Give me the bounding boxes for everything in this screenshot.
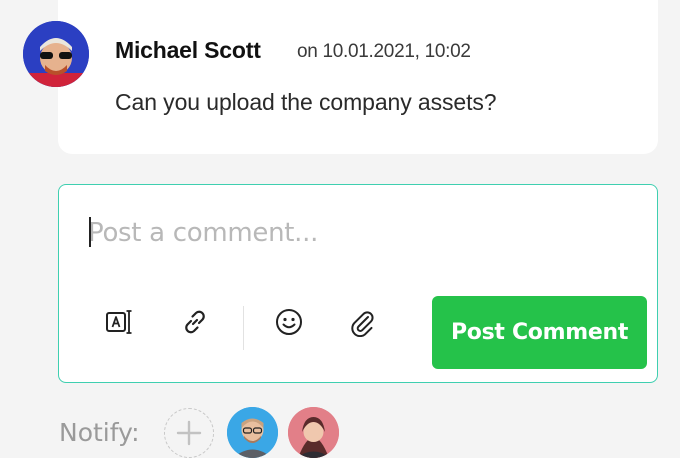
comment-timestamp: on 10.01.2021, 10:02 bbox=[297, 41, 471, 62]
notify-label: Notify: bbox=[59, 418, 140, 447]
notify-user-avatar[interactable] bbox=[227, 407, 278, 458]
author-avatar-image bbox=[23, 21, 89, 87]
link-icon bbox=[185, 310, 205, 334]
avatar-male bbox=[227, 407, 278, 458]
text-caret bbox=[89, 217, 91, 247]
post-comment-button[interactable]: Post Comment bbox=[432, 296, 647, 369]
avatar-female bbox=[288, 407, 339, 458]
plus-icon bbox=[176, 420, 202, 446]
comment-composer: Post Comment bbox=[58, 184, 658, 383]
insert-link-button[interactable] bbox=[178, 305, 212, 339]
text-format-button[interactable] bbox=[102, 305, 136, 339]
comment-author-name: Michael Scott bbox=[115, 37, 261, 63]
attach-file-button[interactable] bbox=[345, 305, 379, 339]
author-avatar[interactable] bbox=[23, 21, 89, 87]
paperclip-icon bbox=[351, 311, 374, 337]
notify-user-avatar[interactable] bbox=[288, 407, 339, 458]
emoji-icon bbox=[276, 309, 302, 335]
comment-input[interactable] bbox=[88, 213, 628, 253]
comment-body: Can you upload the company assets? bbox=[115, 89, 497, 115]
comment-card bbox=[58, 0, 658, 154]
add-notify-user-button[interactable] bbox=[164, 408, 214, 458]
toolbar-divider bbox=[243, 306, 244, 350]
text-format-icon bbox=[106, 310, 132, 334]
emoji-button[interactable] bbox=[272, 305, 306, 339]
